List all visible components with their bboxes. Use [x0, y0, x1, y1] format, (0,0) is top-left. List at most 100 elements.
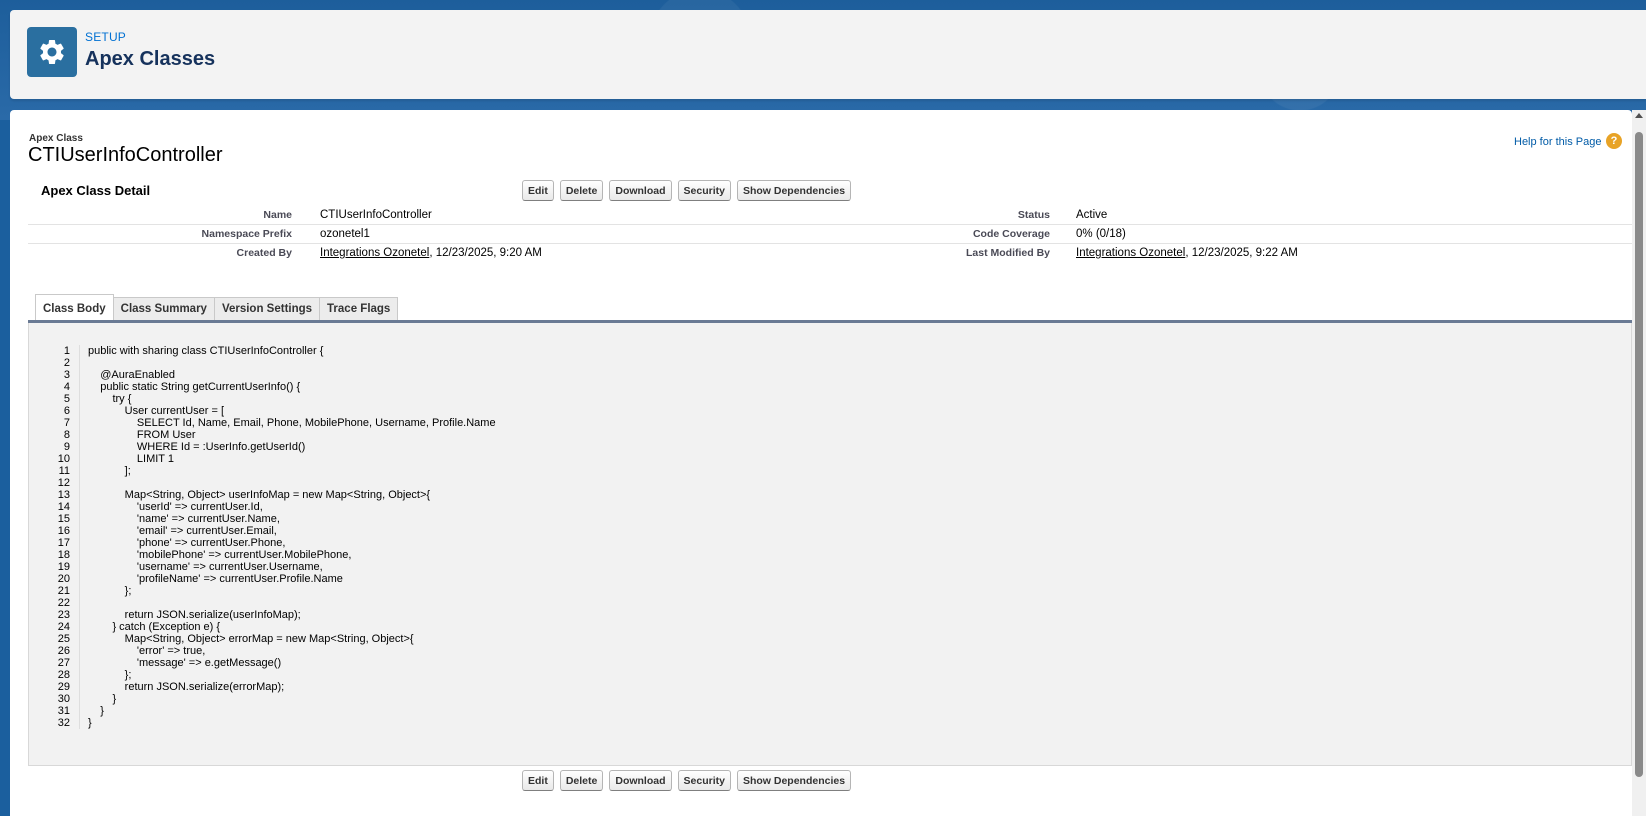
edit-button[interactable]: Edit	[522, 770, 554, 791]
last-modified-label: Last Modified By	[965, 247, 1050, 259]
code-text: } catch (Exception e) {	[88, 621, 221, 633]
code-text: Map<String, Object> userInfoMap = new Ma…	[88, 489, 431, 501]
code-text: 'username' => currentUser.Username,	[88, 561, 323, 573]
gutter	[70, 381, 80, 393]
gutter	[70, 573, 80, 585]
code-text: ];	[88, 465, 131, 477]
gutter	[70, 669, 80, 681]
line-number: 4	[63, 381, 70, 393]
code-text: 'phone' => currentUser.Phone,	[88, 537, 286, 549]
main-content: Apex Class CTIUserInfoController Help fo…	[10, 110, 1632, 816]
line-number: 14	[57, 501, 70, 513]
name-value: CTIUserInfoController	[320, 209, 432, 221]
line-number: 17	[57, 537, 70, 549]
modified-date: , 12/23/2025, 9:22 AM	[1185, 247, 1298, 259]
gutter	[70, 501, 80, 513]
gutter	[70, 537, 80, 549]
gutter	[70, 357, 80, 369]
line-number: 6	[63, 405, 70, 417]
code-text: return JSON.serialize(userInfoMap);	[88, 609, 301, 621]
line-number: 21	[57, 585, 70, 597]
gutter	[70, 489, 80, 501]
code-line: 10 LIMIT 1	[54, 453, 496, 465]
code-line: 18 'mobilePhone' => currentUser.MobilePh…	[54, 549, 496, 561]
code-line: 21 };	[54, 585, 496, 597]
code-line: 12	[54, 477, 496, 489]
modified-by-user-link[interactable]: Integrations Ozonetel	[1076, 247, 1185, 259]
vertical-scrollbar[interactable]	[1632, 110, 1646, 816]
line-number: 8	[63, 429, 70, 441]
line-number: 32	[57, 717, 70, 729]
status-value: Active	[1076, 209, 1108, 221]
code-line: 22	[54, 597, 496, 609]
security-button[interactable]: Security	[677, 770, 731, 791]
line-number: 5	[63, 393, 70, 405]
security-button[interactable]: Security	[677, 180, 731, 201]
code-line: 7 SELECT Id, Name, Email, Phone, MobileP…	[54, 417, 496, 429]
tab-version-settings[interactable]: Version Settings	[213, 297, 321, 321]
tab-trace-flags[interactable]: Trace Flags	[319, 297, 399, 321]
code-text: };	[88, 585, 132, 597]
gutter	[70, 621, 80, 633]
gear-icon	[27, 27, 77, 77]
line-number: 9	[63, 441, 70, 453]
page-title: Apex Classes	[85, 48, 216, 70]
tab-class-body[interactable]: Class Body	[35, 294, 114, 321]
code-text: }	[88, 705, 104, 717]
gutter	[70, 549, 80, 561]
setup-header: SETUP Apex Classes	[10, 10, 1646, 99]
line-number: 12	[57, 477, 70, 489]
code-body: 1 public with sharing class CTIUserInfoCo…	[54, 345, 496, 729]
code-line: 4 public static String getCurrentUserInf…	[54, 381, 496, 393]
record-type-label: Apex Class	[29, 133, 83, 144]
gutter	[70, 405, 80, 417]
download-button[interactable]: Download	[609, 180, 672, 201]
line-number: 24	[57, 621, 70, 633]
code-text: FROM User	[88, 429, 196, 441]
last-modified-value: Integrations Ozonetel, 12/23/2025, 9:22 …	[1076, 247, 1298, 259]
line-number: 28	[57, 669, 70, 681]
line-number: 16	[57, 525, 70, 537]
show-dependencies-button[interactable]: Show Dependencies	[736, 180, 852, 201]
show-dependencies-button[interactable]: Show Dependencies	[736, 770, 852, 791]
detail-button-bar-top: Edit Delete Download Security Show Depen…	[522, 180, 852, 201]
code-line: 11 ];	[54, 465, 496, 477]
code-text: 'profileName' => currentUser.Profile.Nam…	[88, 573, 343, 585]
code-line: 6 User currentUser = [	[54, 405, 496, 417]
created-date: , 12/23/2025, 9:20 AM	[429, 247, 542, 259]
edit-button[interactable]: Edit	[522, 180, 554, 201]
breadcrumb-setup[interactable]: SETUP	[85, 30, 126, 44]
gutter	[70, 633, 80, 645]
name-label: Name	[263, 209, 292, 221]
line-number: 13	[57, 489, 70, 501]
code-coverage-value: 0% (0/18)	[1076, 228, 1126, 240]
code-viewer: 1 public with sharing class CTIUserInfoCo…	[28, 323, 1632, 766]
download-button[interactable]: Download	[609, 770, 672, 791]
line-number: 3	[63, 369, 70, 381]
help-icon[interactable]: ?	[1606, 133, 1622, 149]
code-line: 32}	[54, 717, 496, 729]
tab-class-summary[interactable]: Class Summary	[112, 297, 215, 321]
code-text: 'error' => true,	[88, 645, 206, 657]
delete-button[interactable]: Delete	[559, 770, 604, 791]
line-number: 23	[57, 609, 70, 621]
line-number: 15	[57, 513, 70, 525]
line-number: 22	[57, 597, 70, 609]
scroll-thumb[interactable]	[1635, 132, 1643, 777]
namespace-label: Namespace Prefix	[201, 228, 292, 240]
gutter	[70, 441, 80, 453]
created-by-user-link[interactable]: Integrations Ozonetel	[320, 247, 429, 259]
detail-row-created: Created By Integrations Ozonetel, 12/23/…	[28, 244, 1632, 263]
scroll-up-arrow-icon[interactable]	[1635, 113, 1643, 118]
code-text: SELECT Id, Name, Email, Phone, MobilePho…	[88, 417, 496, 429]
code-line: 19 'username' => currentUser.Username,	[54, 561, 496, 573]
gutter	[70, 597, 80, 609]
line-number: 7	[63, 417, 70, 429]
help-link[interactable]: Help for this Page	[1514, 136, 1601, 148]
gutter	[70, 525, 80, 537]
gutter	[70, 609, 80, 621]
delete-button[interactable]: Delete	[559, 180, 604, 201]
gutter	[70, 345, 80, 357]
gutter	[70, 513, 80, 525]
line-number: 27	[57, 657, 70, 669]
